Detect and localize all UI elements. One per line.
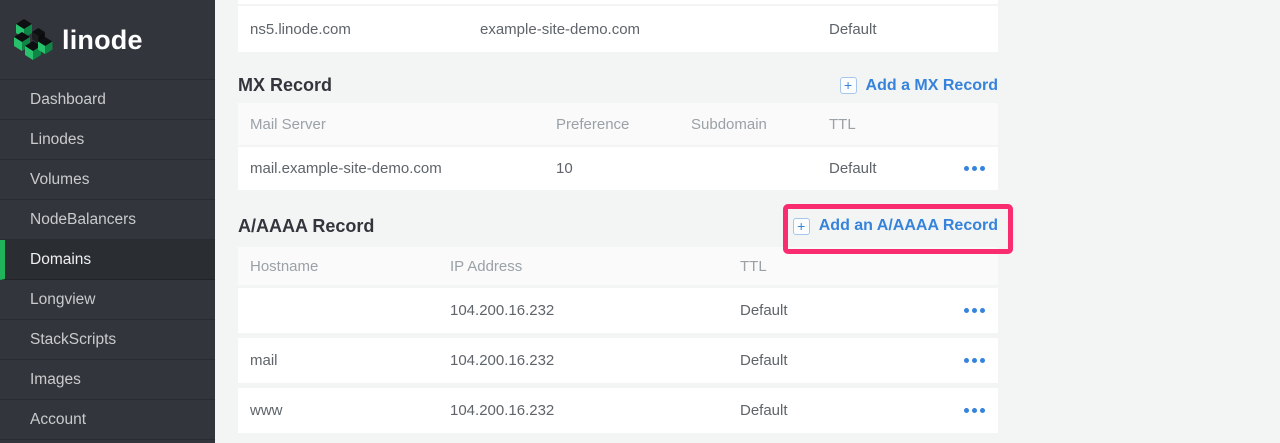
mx-row-actions-menu-button[interactable] (950, 147, 998, 190)
a-record-row: mail 104.200.16.232 Default (238, 338, 998, 383)
sidebar-item-volumes[interactable]: Volumes (0, 160, 215, 200)
sidebar-item-label: Account (30, 411, 86, 429)
a-row-actions-menu-button[interactable] (950, 388, 998, 433)
sidebar-item-images[interactable]: Images (0, 360, 215, 400)
a-record-row: 104.200.16.232 Default (238, 288, 998, 333)
a-record-section-header: A/AAAA Record + Add an A/AAAA Record (238, 207, 998, 245)
ns-name-server-cell: ns5.linode.com (250, 21, 480, 38)
add-mx-record-label: Add a MX Record (866, 77, 998, 95)
a-hostname-cell: www (250, 402, 450, 419)
plus-icon: + (793, 218, 810, 235)
ns-subdomain-cell: example-site-demo.com (480, 21, 829, 38)
mx-mail-server-cell: mail.example-site-demo.com (250, 160, 556, 177)
mx-ttl-cell: Default (829, 160, 950, 177)
a-col-ip-address: IP Address (450, 258, 740, 275)
a-ttl-cell: Default (740, 302, 950, 319)
ns-record-row: ns5.linode.com example-site-demo.com Def… (238, 6, 998, 52)
mx-record-section-header: MX Record + Add a MX Record (238, 68, 998, 103)
ns-table-partial-row-top (238, 0, 998, 4)
sidebar: linode Dashboard Linodes Volumes NodeBal… (0, 0, 215, 443)
add-a-record-label: Add an A/AAAA Record (819, 217, 998, 235)
sidebar-item-label: StackScripts (30, 331, 116, 349)
mx-record-title: MX Record (238, 75, 332, 96)
add-a-record-button[interactable]: + Add an A/AAAA Record (793, 217, 998, 235)
a-ip-cell: 104.200.16.232 (450, 302, 740, 319)
domain-records-panel: ns5.linode.com example-site-demo.com Def… (238, 0, 998, 433)
mx-record-row: mail.example-site-demo.com 10 Default (238, 147, 998, 190)
sidebar-item-longview[interactable]: Longview (0, 280, 215, 320)
mx-col-preference: Preference (556, 116, 691, 133)
mx-col-subdomain: Subdomain (691, 116, 829, 133)
a-ttl-cell: Default (740, 402, 950, 419)
sidebar-item-stackscripts[interactable]: StackScripts (0, 320, 215, 360)
a-record-row: www 104.200.16.232 Default (238, 388, 998, 433)
linode-logo[interactable]: linode (0, 0, 215, 79)
plus-icon: + (840, 77, 857, 94)
add-mx-record-button[interactable]: + Add a MX Record (840, 77, 998, 95)
a-ip-cell: 104.200.16.232 (450, 352, 740, 369)
a-row-actions-menu-button[interactable] (950, 288, 998, 333)
sidebar-item-label: Linodes (30, 131, 84, 149)
a-table-header: Hostname IP Address TTL (238, 247, 998, 285)
sidebar-item-label: Volumes (30, 171, 89, 189)
a-row-actions-menu-button[interactable] (950, 338, 998, 383)
a-col-ttl: TTL (740, 258, 950, 275)
mx-col-mail-server: Mail Server (250, 116, 556, 133)
sidebar-item-label: Images (30, 371, 81, 389)
a-ip-cell: 104.200.16.232 (450, 402, 740, 419)
a-col-hostname: Hostname (250, 258, 450, 275)
sidebar-item-label: NodeBalancers (30, 211, 136, 229)
sidebar-item-linodes[interactable]: Linodes (0, 120, 215, 160)
linode-manager-app: linode Dashboard Linodes Volumes NodeBal… (0, 0, 1280, 443)
sidebar-item-domains[interactable]: Domains (0, 240, 215, 280)
ns-ttl-cell: Default (829, 21, 998, 38)
sidebar-item-dashboard[interactable]: Dashboard (0, 80, 215, 120)
linode-cube-logo-icon (13, 19, 53, 63)
mx-table-header: Mail Server Preference Subdomain TTL (238, 103, 998, 145)
sidebar-item-label: Dashboard (30, 91, 106, 109)
mx-col-ttl: TTL (829, 116, 950, 133)
a-ttl-cell: Default (740, 352, 950, 369)
a-hostname-cell: mail (250, 352, 450, 369)
mx-preference-cell: 10 (556, 160, 691, 177)
a-record-title: A/AAAA Record (238, 216, 374, 237)
sidebar-nav: Dashboard Linodes Volumes NodeBalancers … (0, 79, 215, 440)
sidebar-item-nodebalancers[interactable]: NodeBalancers (0, 200, 215, 240)
sidebar-item-account[interactable]: Account (0, 400, 215, 440)
sidebar-item-label: Domains (30, 251, 91, 269)
brand-name: linode (62, 25, 143, 56)
sidebar-item-label: Longview (30, 291, 96, 309)
